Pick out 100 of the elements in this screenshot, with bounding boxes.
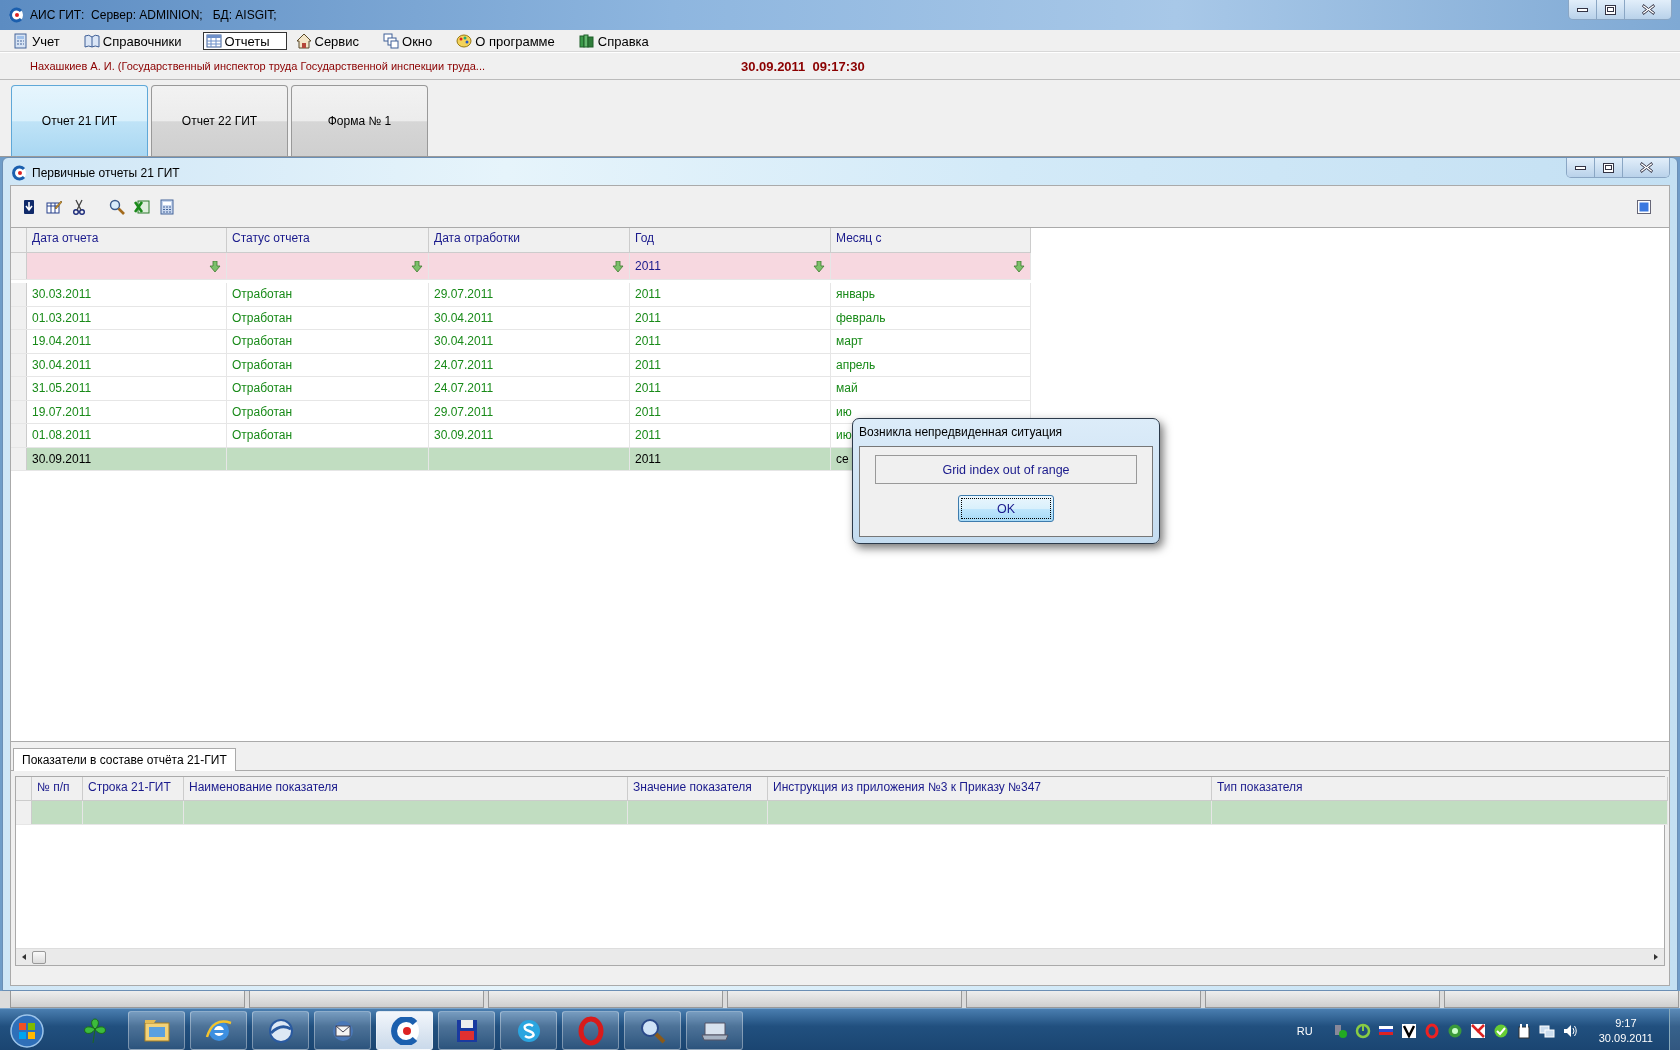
table-cell: 2011 <box>635 428 661 443</box>
minimize-icon <box>1577 7 1588 12</box>
table-cell: 31.05.2011 <box>32 381 92 396</box>
taskbar-button[interactable] <box>376 1011 433 1050</box>
taskbar-button[interactable] <box>190 1011 247 1050</box>
taskbar-button[interactable] <box>624 1011 681 1050</box>
column-header: Статус отчета <box>232 231 310 245</box>
clock-date[interactable]: 30.09.2011 <box>1598 1030 1653 1046</box>
taskbar-button[interactable] <box>500 1011 557 1050</box>
filter-arrow-icon[interactable] <box>813 260 825 272</box>
table-cell: 30.09.2011 <box>434 428 494 443</box>
ok-button[interactable]: OK <box>958 495 1054 522</box>
filter-arrow-icon[interactable] <box>1013 260 1025 272</box>
table-cell: 29.07.2011 <box>434 287 494 302</box>
table-cell: май <box>836 381 858 396</box>
menu-item[interactable]: Учет <box>10 32 75 50</box>
filter-arrow-icon[interactable] <box>411 260 423 272</box>
show-desktop-button[interactable] <box>1669 1009 1680 1050</box>
table-cell: 30.04.2011 <box>434 334 494 349</box>
table-cell: 30.09.2011 <box>32 451 92 466</box>
column-header: Год <box>635 231 655 245</box>
taskbar-button[interactable] <box>128 1011 185 1050</box>
taskbar-button[interactable] <box>252 1011 309 1050</box>
table-row[interactable]: 30.04.2011 Отработан 24.07.2011 2011 апрель <box>11 353 1031 377</box>
table-row[interactable]: 31.05.2011 Отработан 24.07.2011 2011 май <box>11 377 1031 401</box>
menu-item[interactable]: Справочники <box>80 32 197 50</box>
taskbar-button[interactable] <box>438 1011 495 1050</box>
table-row[interactable]: 19.04.2011 Отработан 30.04.2011 2011 март <box>11 330 1031 354</box>
minimize-button[interactable] <box>1569 0 1597 19</box>
calculator-icon <box>13 33 29 49</box>
table-cell: март <box>836 334 863 349</box>
search-icon[interactable] <box>109 198 125 215</box>
check-mark-icon[interactable] <box>1400 1022 1417 1039</box>
scroll-left-icon[interactable] <box>20 953 28 961</box>
windows-icon <box>383 33 400 49</box>
column-header: Дата отчета <box>32 231 99 245</box>
clock-time[interactable]: 9:17 <box>1615 1015 1637 1031</box>
report-tab[interactable]: Форма № 1 <box>291 85 428 156</box>
check-circle-icon[interactable] <box>1492 1022 1509 1039</box>
maximize-icon <box>1605 4 1616 15</box>
table-cell: Отработан <box>232 357 293 372</box>
table-cell: 2011 <box>635 451 661 466</box>
calculator-icon[interactable] <box>159 198 175 215</box>
scroll-right-icon[interactable] <box>1652 953 1660 961</box>
filter-arrow-icon[interactable] <box>209 260 221 272</box>
table-cell: 24.07.2011 <box>434 357 494 372</box>
column-header: № п/п <box>37 780 70 794</box>
minimize-button[interactable] <box>1567 158 1595 177</box>
table-cell: февраль <box>836 310 886 325</box>
report-tab[interactable]: Отчет 22 ГИТ <box>151 85 288 156</box>
date-time: 30.09.2011 09:17:30 <box>741 58 865 74</box>
status-icon[interactable] <box>1446 1022 1463 1039</box>
cut-icon[interactable] <box>71 198 87 215</box>
table-cell: 19.07.2011 <box>32 404 92 419</box>
taskbar-button[interactable] <box>686 1011 743 1050</box>
menu-item[interactable]: Сервис <box>292 32 375 50</box>
table-cell: 30.04.2011 <box>434 310 494 325</box>
maximize-button[interactable] <box>1597 0 1625 19</box>
maximize-button[interactable] <box>1595 158 1623 177</box>
close-button[interactable] <box>1625 0 1671 19</box>
table-cell: Отработан <box>232 428 293 443</box>
table-cell: Отработан <box>232 287 293 302</box>
app-logo-icon <box>11 165 27 181</box>
column-header: Дата отработки <box>434 231 520 245</box>
filter-value[interactable]: 2011 <box>635 259 661 273</box>
table-icon <box>205 33 222 49</box>
table-cell: ию <box>836 404 852 419</box>
close-button[interactable] <box>1623 158 1669 177</box>
menu-item[interactable]: О программе <box>453 32 570 50</box>
detail-tab[interactable]: Показатели в составе отчёта 21-ГИТ <box>13 748 236 771</box>
excel-icon[interactable] <box>134 198 150 215</box>
table-cell: апрель <box>836 357 876 372</box>
table-cell: 01.08.2011 <box>32 428 92 443</box>
house-icon <box>295 33 312 49</box>
language-indicator[interactable]: RU <box>1296 1024 1313 1037</box>
menu-item[interactable]: Справка <box>575 32 664 50</box>
menu-item[interactable]: Отчеты <box>202 32 287 50</box>
filter-arrow-icon[interactable] <box>612 260 624 272</box>
table-row[interactable]: 01.03.2011 Отработан 30.04.2011 2011 февраль <box>11 306 1031 330</box>
table-edit-icon[interactable] <box>46 198 62 215</box>
table-cell: 2011 <box>635 334 661 349</box>
window-layout-icon[interactable] <box>1637 199 1651 214</box>
maximize-icon <box>1603 162 1614 173</box>
table-cell: 24.07.2011 <box>434 381 494 396</box>
taskbar-button[interactable] <box>314 1011 371 1050</box>
column-header: Наименование показателя <box>189 780 338 794</box>
menu-item[interactable]: Окно <box>380 32 448 50</box>
table-cell: 2011 <box>635 310 661 325</box>
power-icon[interactable] <box>1354 1022 1371 1039</box>
horizontal-scrollbar[interactable] <box>16 948 1664 965</box>
plug-icon[interactable] <box>1515 1022 1532 1039</box>
column-header: Тип показателя <box>1217 780 1303 794</box>
report-tab[interactable]: Отчет 21 ГИТ <box>11 85 148 156</box>
scroll-thumb[interactable] <box>32 950 46 964</box>
app-logo-icon <box>390 1016 419 1045</box>
cross-icon[interactable] <box>1469 1022 1486 1039</box>
window-title: Первичные отчеты 21 ГИТ <box>32 166 180 180</box>
download-icon[interactable] <box>21 198 37 215</box>
table-row[interactable]: 30.03.2011 Отработан 29.07.2011 2011 январь <box>11 283 1031 307</box>
network-icon[interactable] <box>1538 1022 1555 1039</box>
